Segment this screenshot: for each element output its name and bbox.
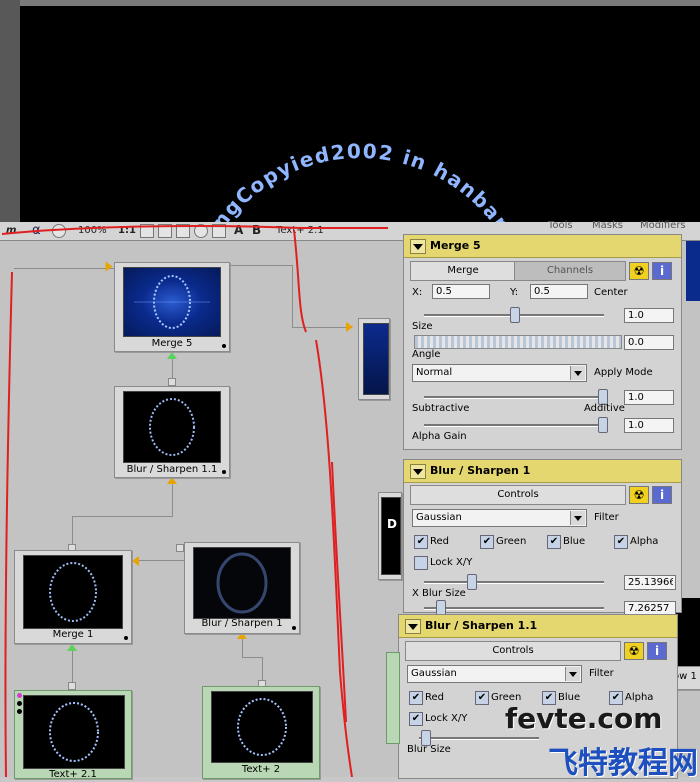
image-viewer[interactable]: hanbangCopyied2002 in hanbangCopyied2002… [0,0,700,222]
circle-text: hanbangCopyied2002 in hanbangCopyied2002… [174,139,547,222]
watermark-top: fevte.com [505,702,663,735]
svg-text:hanbangCopyied2002 in hanbangC: hanbangCopyied2002 in hanbangCopyied2002… [174,139,549,222]
red-annotation-marks [1,225,388,777]
watermark-bottom: 飞特教程网 [548,746,698,781]
circle-text-render: hanbangCopyied2002 in hanbangCopyied2002… [174,139,549,222]
